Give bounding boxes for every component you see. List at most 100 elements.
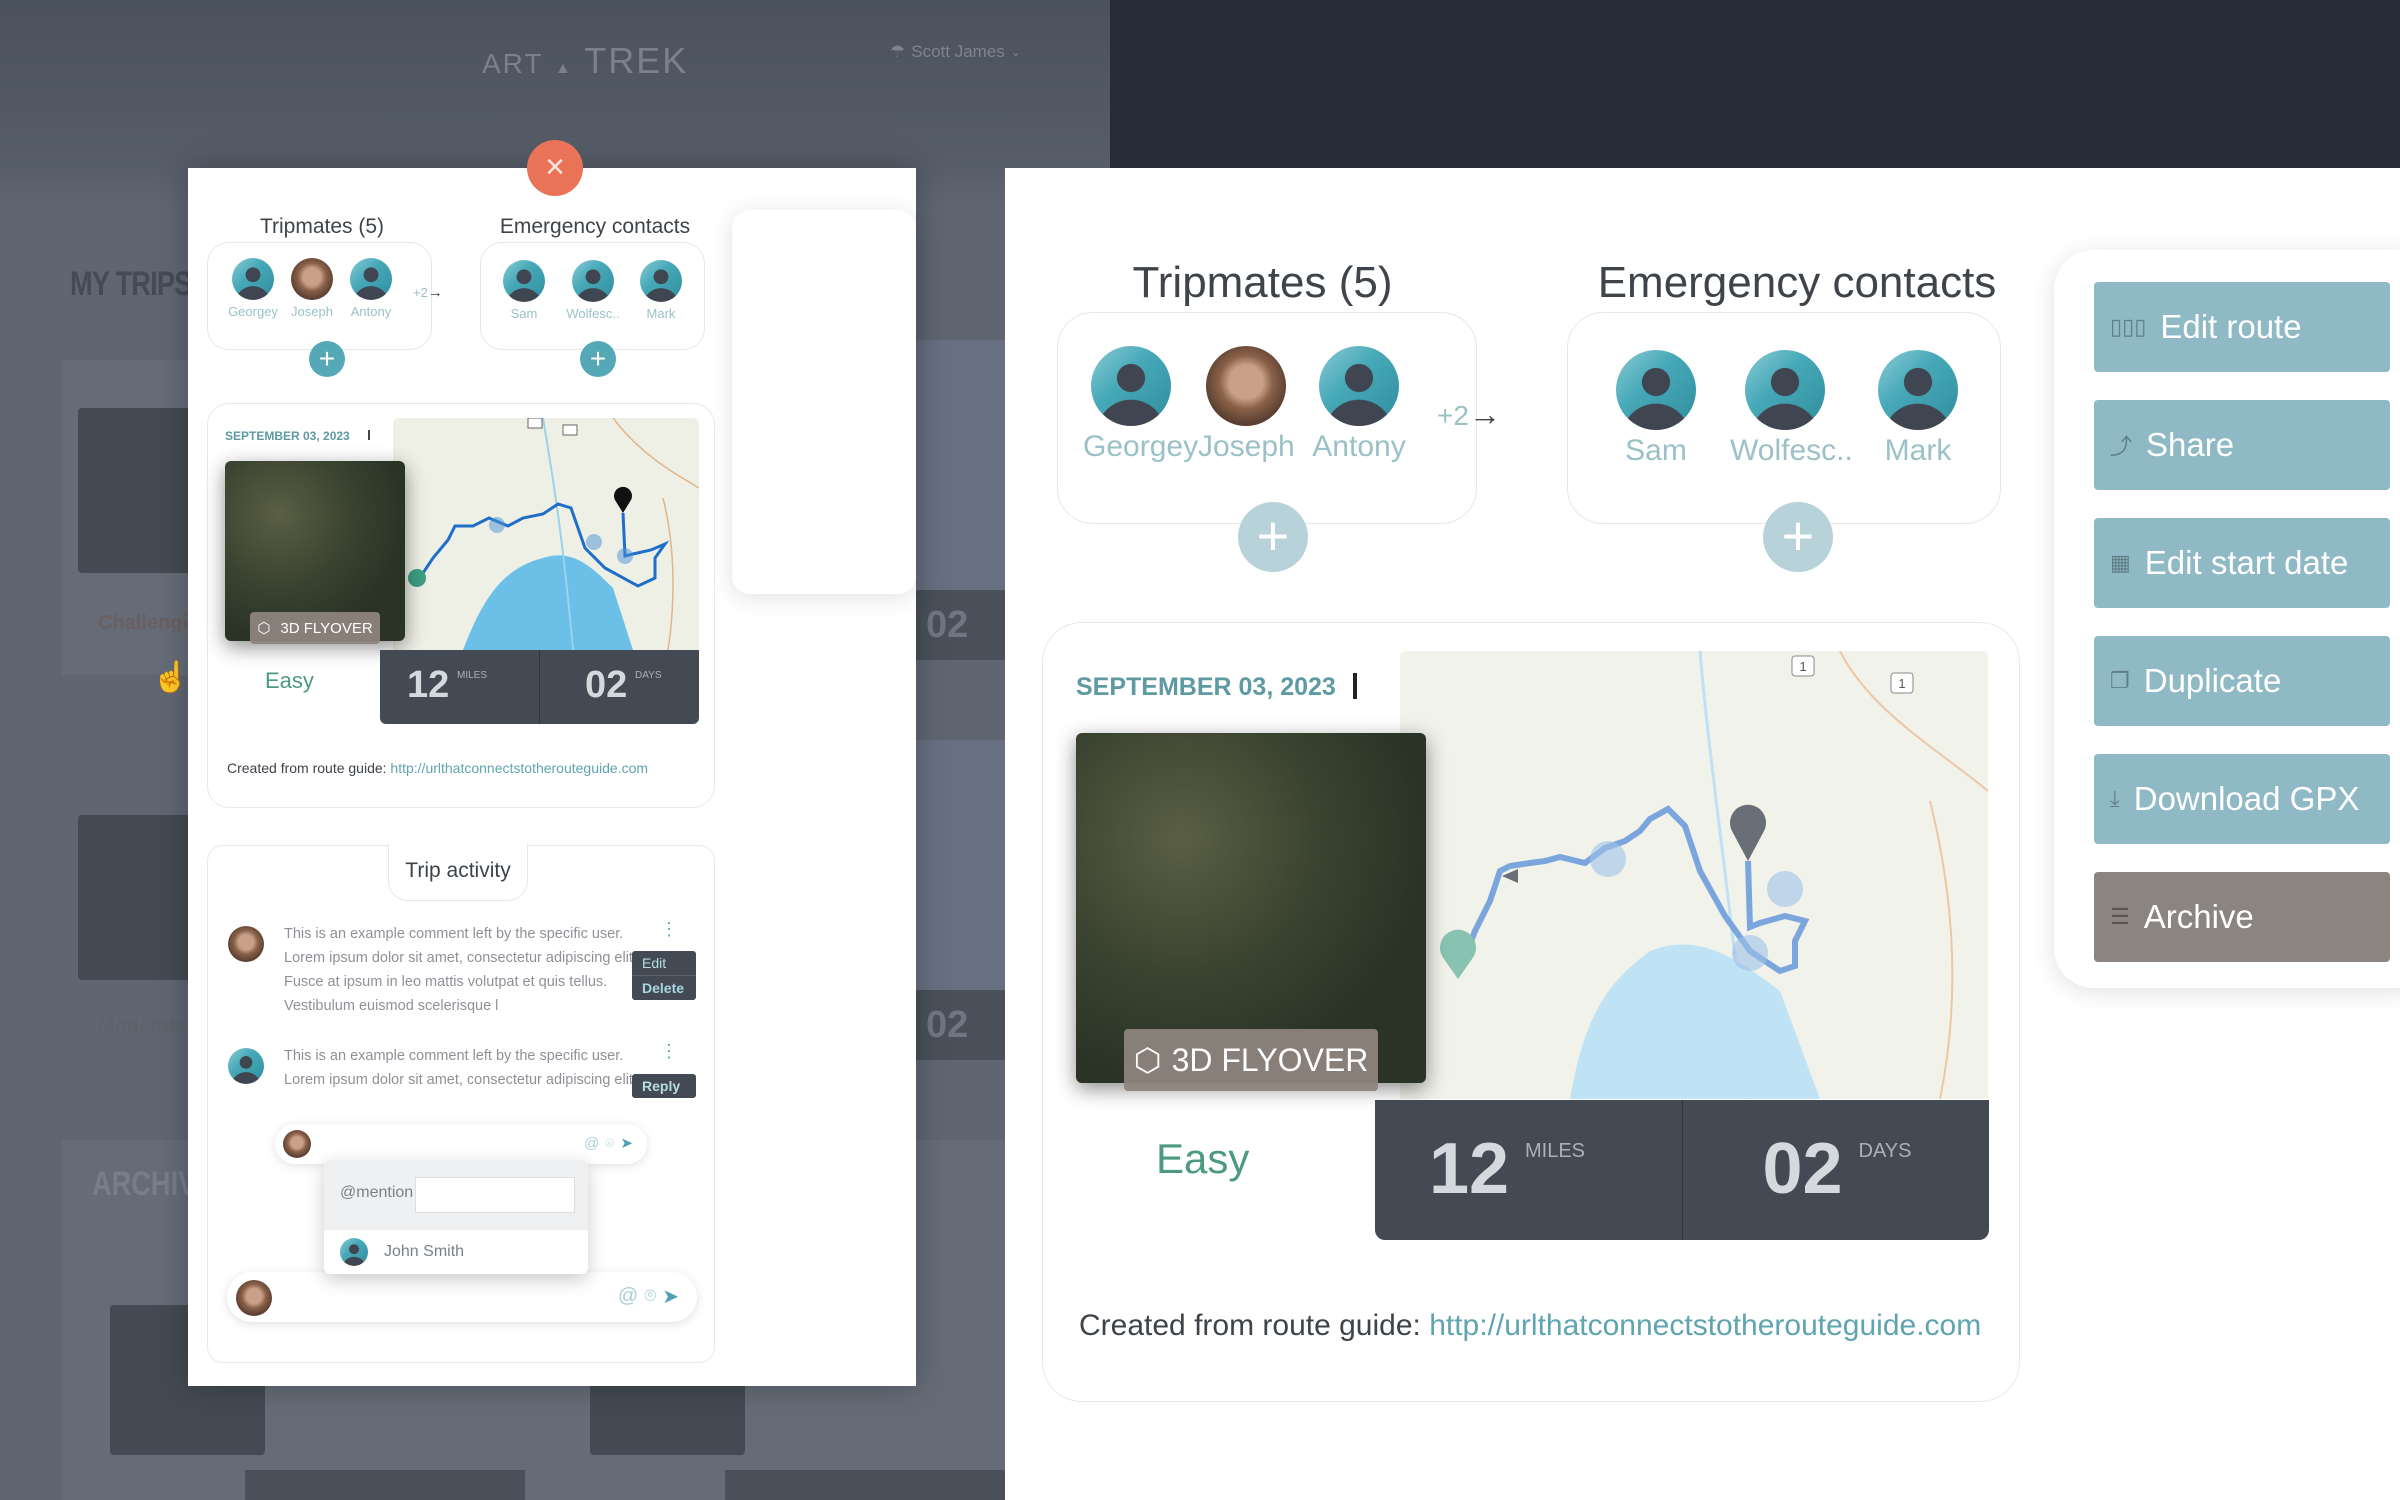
add-tripmate-button-large[interactable]: + (1238, 502, 1308, 572)
duplicate-button-large[interactable]: ❐ Duplicate (2094, 636, 2390, 726)
waypoint[interactable] (586, 534, 602, 550)
waypoint[interactable] (489, 517, 505, 533)
edit-route-button-large[interactable]: ▯▯▯ Edit route (2094, 282, 2390, 372)
route-guide-link[interactable]: http://urlthatconnectstotherouteguide.co… (390, 760, 648, 776)
edit-start-date-button-large[interactable]: ▦ Edit start date (2094, 518, 2390, 608)
send-icon[interactable]: ➤ (662, 1284, 679, 1309)
input-actions: @ ⌾ ➤ (618, 1284, 679, 1309)
emergency-wolfesc[interactable]: Wolfesc.. (566, 260, 620, 321)
avatar (503, 260, 545, 302)
tripmate-georgey-large[interactable]: Georgey (1083, 346, 1198, 464)
dark-backdrop (1110, 0, 2400, 168)
reply-comment-menu-item[interactable]: Reply (632, 1074, 696, 1098)
location-pin-icon[interactable]: ⌾ (644, 1285, 656, 1308)
waypoint[interactable] (617, 548, 633, 564)
plus-icon: + (589, 343, 607, 374)
more-tripmates-link-large[interactable]: +2→ (1437, 396, 1501, 433)
trip-date: SEPTEMBER 03, 2023 (225, 429, 350, 443)
reply-input[interactable]: @ ⌾ ➤ (275, 1124, 647, 1164)
emergency-wolfesc-large[interactable]: Wolfesc.. (1730, 350, 1853, 468)
end-pin-icon[interactable] (614, 486, 632, 513)
avatar (640, 260, 682, 302)
action-label: Edit start date (2144, 544, 2349, 581)
plus-icon: + (1781, 504, 1815, 567)
bg-stat-days: 02 (916, 990, 1010, 1060)
plus-icon: + (318, 343, 336, 374)
bg-difficulty: Moderate (98, 1015, 187, 1037)
avatar (291, 258, 333, 300)
avatar (1091, 346, 1171, 426)
bg-trip-thumb (78, 408, 198, 573)
add-emergency-contact-button[interactable]: + (580, 341, 616, 377)
delete-comment-menu-item[interactable]: Delete (632, 975, 696, 1000)
user-menu[interactable]: ☂ Scott James ⌄ (890, 42, 1021, 62)
input-avatar (283, 1130, 311, 1158)
more-tripmates-link[interactable]: +2→ (413, 284, 443, 301)
more-options-icon[interactable]: ⋮ (660, 1042, 678, 1060)
trip-stats-large: 12 MILES 02 DAYS (1375, 1100, 1989, 1240)
cube-icon: ⬡ (1133, 1042, 1162, 1078)
route-guide-link-large[interactable]: http://urlthatconnectstotherouteguide.co… (1429, 1309, 1981, 1342)
at-mention-icon[interactable]: @ (618, 1285, 638, 1308)
tripmate-joseph[interactable]: Joseph (287, 258, 337, 319)
bg-map (916, 740, 1010, 990)
road (612, 418, 699, 489)
mention-suggestion[interactable]: John Smith (324, 1230, 588, 1274)
archive-icon: ☰ (2110, 904, 2130, 929)
action-label: Share (2146, 426, 2235, 463)
route-map-large[interactable]: 1 1 (1400, 651, 1988, 1099)
bg-stat-days: 02 (916, 590, 1010, 660)
waypoint[interactable] (1590, 841, 1626, 877)
bg-trip-thumb (78, 815, 198, 980)
mention-search-input[interactable] (415, 1177, 575, 1213)
comment-context-menu: Reply (632, 1074, 696, 1098)
emergency-sam[interactable]: Sam (499, 260, 549, 321)
3d-flyover-button-large[interactable]: ⬡ 3D FLYOVER (1124, 1029, 1378, 1091)
comment-text: This is an example comment left by the s… (284, 926, 637, 1014)
new-comment-input[interactable]: @ ⌾ ➤ (227, 1272, 697, 1322)
edit-comment-menu-item[interactable]: Edit (632, 951, 696, 975)
text-cursor (1353, 673, 1357, 699)
more-options-icon[interactable]: ⋮ (660, 920, 678, 938)
share-icon: ⤴ (2110, 434, 2133, 459)
road (1929, 800, 1954, 1099)
road-shield-label: 1 (1799, 659, 1806, 674)
tripmate-joseph-large[interactable]: Joseph (1198, 346, 1295, 464)
route-map[interactable] (393, 418, 699, 650)
route-guide-line-large: Created from route guide: http://urlthat… (1079, 1309, 1982, 1342)
miles-stat: 12 MILES (380, 650, 540, 724)
3d-flyover-button[interactable]: ⬡ 3D FLYOVER (250, 612, 380, 644)
close-button[interactable]: × (527, 140, 583, 196)
waypoint[interactable] (1732, 935, 1768, 971)
tripmate-georgey[interactable]: Georgey (228, 258, 278, 319)
tripmate-antony-large[interactable]: Antony (1311, 346, 1407, 464)
start-pin-icon[interactable] (1440, 929, 1476, 979)
comment-avatar (228, 1048, 264, 1084)
emergency-mark[interactable]: Mark (636, 260, 686, 321)
end-pin-icon[interactable] (1730, 804, 1766, 861)
route-guide-line: Created from route guide: http://urlthat… (227, 760, 649, 776)
avatar (1616, 350, 1696, 430)
miles-stat-large: 12 MILES (1375, 1100, 1683, 1240)
archive-button-large[interactable]: ☰ Archive (2094, 872, 2390, 962)
duplicate-icon: ❐ (2110, 668, 2130, 693)
send-icon[interactable]: ➤ (620, 1134, 633, 1152)
comment-context-menu: Edit Delete (632, 951, 696, 1000)
tripmate-antony[interactable]: Antony (346, 258, 396, 319)
share-button-large[interactable]: ⤴ Share (2094, 400, 2390, 490)
road-shield (562, 424, 578, 436)
add-emergency-contact-button-large[interactable]: + (1763, 502, 1833, 572)
location-pin-icon[interactable]: ⌾ (605, 1135, 614, 1152)
add-tripmate-button[interactable]: + (309, 341, 345, 377)
arrow-right-icon: → (1468, 396, 1501, 432)
page-title: MY TRIPS (70, 265, 192, 303)
emergency-sam-large[interactable]: Sam (1608, 350, 1704, 468)
avatar (1319, 346, 1399, 426)
tripmates-title: Tripmates (5) (259, 215, 385, 238)
emergency-mark-large[interactable]: Mark (1870, 350, 1966, 468)
at-mention-icon[interactable]: @ (584, 1135, 599, 1152)
download-gpx-button-large[interactable]: ⤓ Download GPX (2094, 754, 2390, 844)
waypoint[interactable] (1767, 871, 1803, 907)
start-pin-icon[interactable] (408, 569, 426, 587)
logo[interactable]: ART ▲ TREK (482, 40, 688, 82)
